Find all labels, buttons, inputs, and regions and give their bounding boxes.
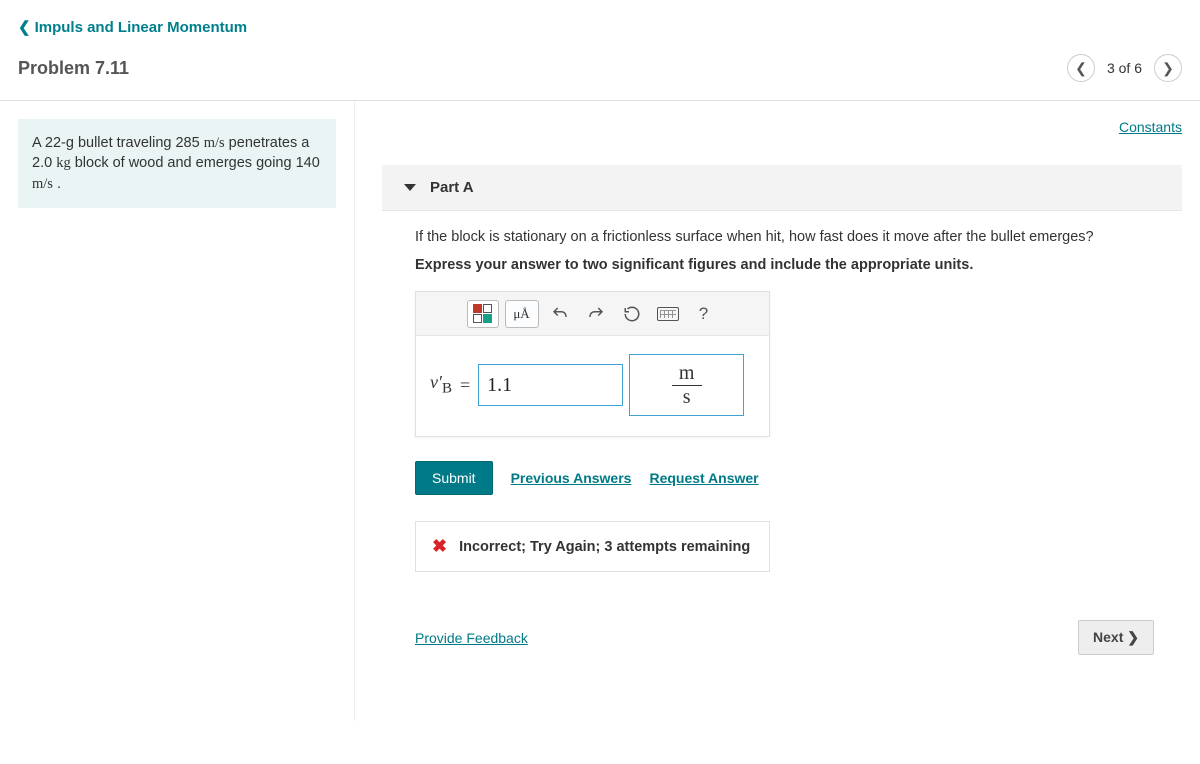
page-title: Problem 7.11 — [18, 58, 129, 79]
feedback-text: Incorrect; Try Again; 3 attempts remaini… — [459, 539, 750, 555]
help-icon[interactable]: ? — [689, 300, 719, 328]
pager-text: 3 of 6 — [1107, 60, 1142, 76]
reset-icon[interactable] — [617, 300, 647, 328]
answer-value-input[interactable] — [478, 364, 623, 406]
feedback-message: ✖ Incorrect; Try Again; 3 attempts remai… — [415, 521, 770, 572]
next-problem-button[interactable]: ❯ — [1154, 54, 1182, 82]
part-a-header[interactable]: Part A — [382, 165, 1182, 211]
request-answer-link[interactable]: Request Answer — [649, 470, 758, 486]
eq-toolbar: μÅ ? — [416, 292, 769, 336]
problem-statement: A 22-g bullet traveling 285 m/s penetrat… — [18, 119, 336, 208]
redo-icon[interactable] — [581, 300, 611, 328]
unit-denominator: s — [677, 386, 697, 409]
next-button[interactable]: Next ❯ — [1078, 620, 1154, 655]
incorrect-icon: ✖ — [432, 536, 447, 557]
breadcrumb-link[interactable]: ❮ Impuls and Linear Momentum — [18, 18, 247, 36]
keyboard-icon[interactable] — [653, 300, 683, 328]
variable-label: v′B — [430, 372, 452, 398]
problem-sidebar: A 22-g bullet traveling 285 m/s penetrat… — [0, 101, 355, 721]
question-instruction: Express your answer to two significant f… — [415, 257, 1154, 273]
pager: ❮ 3 of 6 ❯ — [1067, 54, 1182, 82]
breadcrumb-label: Impuls and Linear Momentum — [35, 19, 248, 36]
equals-sign: = — [460, 375, 470, 396]
unit-numerator: m — [673, 362, 701, 385]
units-button[interactable]: μÅ — [505, 300, 539, 328]
constants-link[interactable]: Constants — [387, 119, 1182, 135]
undo-icon[interactable] — [545, 300, 575, 328]
question-text: If the block is stationary on a friction… — [415, 229, 1154, 245]
provide-feedback-link[interactable]: Provide Feedback — [415, 630, 528, 646]
part-label: Part A — [430, 179, 474, 196]
caret-down-icon — [404, 184, 416, 191]
chevron-left-icon: ❮ — [18, 18, 31, 36]
prev-problem-button[interactable]: ❮ — [1067, 54, 1095, 82]
previous-answers-link[interactable]: Previous Answers — [511, 470, 632, 486]
templates-icon[interactable] — [467, 300, 499, 328]
submit-button[interactable]: Submit — [415, 461, 493, 495]
units-input[interactable]: m s — [629, 354, 744, 416]
answer-widget: μÅ ? v′B = — [415, 291, 770, 437]
header: ❮ Impuls and Linear Momentum Problem 7.1… — [0, 0, 1200, 101]
